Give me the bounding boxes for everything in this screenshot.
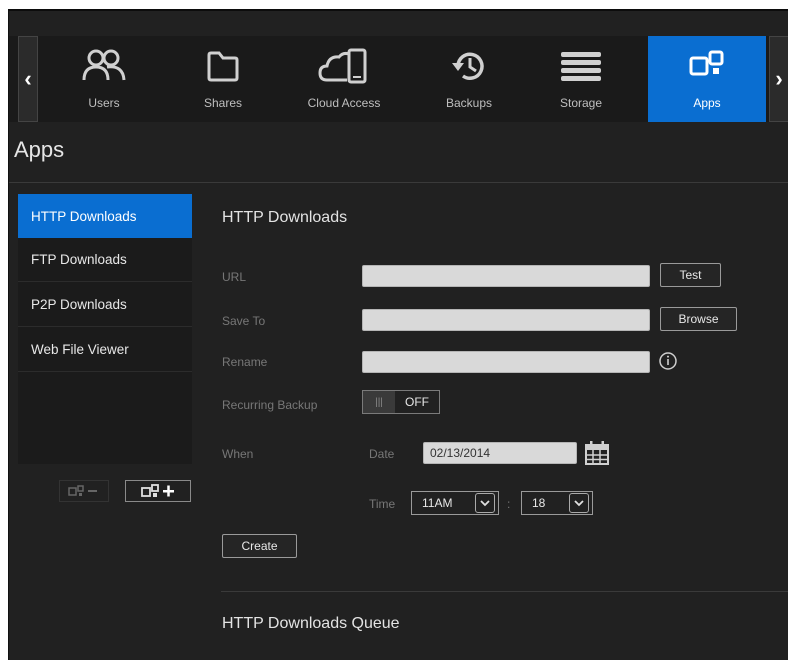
nav-label-shares: Shares: [203, 96, 243, 110]
history-icon: [452, 52, 484, 80]
divider: [221, 591, 788, 592]
nav-item-apps[interactable]: Apps: [648, 36, 766, 122]
nav-item-users[interactable]: Users: [69, 36, 139, 122]
save-to-input[interactable]: [362, 309, 650, 331]
save-to-label: Save To: [222, 314, 266, 328]
nav-item-backups[interactable]: Backups: [434, 36, 504, 122]
time-separator: :: [507, 497, 511, 511]
toggle-state: OFF: [405, 395, 429, 409]
nav-label-users: Users: [88, 96, 120, 110]
top-nav: ‹ Users Shares Cloud Access Backups Stor…: [9, 36, 788, 122]
url-label: URL: [222, 270, 247, 284]
date-label: Date: [369, 447, 395, 461]
users-icon: [82, 49, 126, 81]
when-label: When: [222, 447, 254, 461]
add-app-icon: [141, 484, 174, 497]
browse-button[interactable]: Browse: [660, 307, 737, 331]
queue-title: HTTP Downloads Queue: [222, 615, 400, 632]
divider: [9, 182, 788, 183]
nav-label-storage: Storage: [559, 96, 603, 110]
section-title: HTTP Downloads: [222, 209, 348, 226]
storage-icon: [561, 52, 601, 81]
app-window: ‹ Users Shares Cloud Access Backups Stor…: [8, 9, 788, 660]
test-button[interactable]: Test: [660, 263, 721, 287]
recurring-backup-label: Recurring Backup: [222, 398, 318, 412]
rename-input[interactable]: [362, 351, 650, 373]
nav-item-storage[interactable]: Storage: [546, 36, 616, 122]
minute-select[interactable]: 18: [521, 491, 593, 515]
folder-icon: [207, 51, 239, 82]
remove-app-icon: [68, 485, 97, 496]
recurring-backup-toggle[interactable]: ||| OFF: [362, 390, 440, 414]
hour-select[interactable]: 11AM: [411, 491, 499, 515]
nav-label-backups: Backups: [445, 96, 493, 110]
chevron-down-icon: [569, 493, 589, 513]
cloud-device-icon: [318, 48, 367, 84]
calendar-icon[interactable]: [584, 440, 610, 466]
sidebar-item-p2p-downloads[interactable]: P2P Downloads: [18, 283, 192, 327]
minute-value: 18: [532, 496, 546, 510]
toggle-knob: |||: [363, 391, 395, 413]
url-input[interactable]: [362, 265, 650, 287]
nav-right-arrow[interactable]: ›: [769, 36, 788, 122]
remove-app-button[interactable]: [59, 480, 109, 502]
sidebar-item-ftp-downloads[interactable]: FTP Downloads: [18, 238, 192, 282]
hour-value: 11AM: [422, 496, 453, 510]
nav-label-cloud-access: Cloud Access: [307, 96, 381, 110]
sidebar: HTTP Downloads FTP Downloads P2P Downloa…: [18, 194, 192, 464]
page-title: Apps: [14, 137, 65, 162]
chevron-down-icon: [475, 493, 495, 513]
sidebar-item-http-downloads[interactable]: HTTP Downloads: [18, 194, 192, 238]
nav-label-apps: Apps: [693, 96, 721, 110]
info-icon[interactable]: [658, 351, 678, 371]
add-app-button[interactable]: [125, 480, 191, 502]
nav-item-cloud-access[interactable]: Cloud Access: [302, 36, 386, 122]
time-label: Time: [369, 497, 396, 511]
nav-item-shares[interactable]: Shares: [191, 36, 255, 122]
rename-label: Rename: [222, 355, 268, 369]
apps-icon: [689, 50, 724, 76]
nav-left-arrow[interactable]: ‹: [18, 36, 38, 122]
date-input[interactable]: 02/13/2014: [423, 442, 577, 464]
create-button[interactable]: Create: [222, 534, 297, 558]
sidebar-item-web-file-viewer[interactable]: Web File Viewer: [18, 328, 192, 372]
